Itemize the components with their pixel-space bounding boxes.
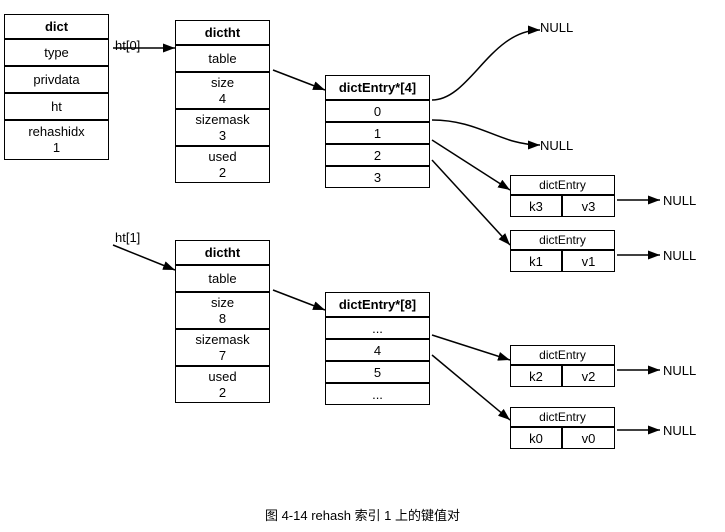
dictht0-size: size4 [175, 72, 270, 109]
dictentry-k0v0-val: v0 [562, 427, 615, 449]
dictht0-header: dictht [175, 20, 270, 45]
dictht1-table: table [175, 265, 270, 292]
dictht1-sizemask: sizemask7 [175, 329, 270, 366]
dictht1-header: dictht [175, 240, 270, 265]
array1-header: dictEntry*[8] [325, 292, 430, 317]
dictentry-k3v3-key: k3 [510, 195, 562, 217]
dict-cell-type: type [4, 39, 109, 66]
dictht1-size: size8 [175, 292, 270, 329]
dictentry-k2v2-key: k2 [510, 365, 562, 387]
array1-cell4: 4 [325, 339, 430, 361]
array0-cell1: 1 [325, 122, 430, 144]
array0-cell3: 3 [325, 166, 430, 188]
dict-header: dict [4, 14, 109, 39]
ht0-label: ht[0] [115, 38, 140, 53]
dictentry-k3v3-header: dictEntry [510, 175, 615, 195]
null-label-4: NULL [663, 248, 696, 263]
dictht0-used: used2 [175, 146, 270, 183]
dictentry-k2v2-val: v2 [562, 365, 615, 387]
diagram: dict type privdata ht rehashidx1 ht[0] h… [0, 0, 725, 510]
array0-cell0: 0 [325, 100, 430, 122]
dictentry-k1v1-header: dictEntry [510, 230, 615, 250]
caption: 图 4-14 rehash 索引 1 上的键值对 [0, 505, 725, 524]
ht1-label: ht[1] [115, 230, 140, 245]
dictentry-k2v2-header: dictEntry [510, 345, 615, 365]
dictentry-k0v0-header: dictEntry [510, 407, 615, 427]
dictentry-k3v3-val: v3 [562, 195, 615, 217]
dictht0-sizemask: sizemask3 [175, 109, 270, 146]
dictht1-used: used2 [175, 366, 270, 403]
dict-cell-privdata: privdata [4, 66, 109, 93]
null-label-6: NULL [663, 423, 696, 438]
dictentry-k1v1-key: k1 [510, 250, 562, 272]
dictht0-table: table [175, 45, 270, 72]
dictentry-k1v1-val: v1 [562, 250, 615, 272]
null-label-2: NULL [540, 138, 573, 153]
array1-cell5: 5 [325, 361, 430, 383]
dict-cell-ht: ht [4, 93, 109, 120]
dict-cell-rehashidx: rehashidx1 [4, 120, 109, 160]
array1-cell-dots2: ... [325, 383, 430, 405]
array1-cell-dots1: ... [325, 317, 430, 339]
array0-header: dictEntry*[4] [325, 75, 430, 100]
null-label-3: NULL [663, 193, 696, 208]
dictentry-k0v0-key: k0 [510, 427, 562, 449]
array0-cell2: 2 [325, 144, 430, 166]
null-label-5: NULL [663, 363, 696, 378]
null-label-1: NULL [540, 20, 573, 35]
